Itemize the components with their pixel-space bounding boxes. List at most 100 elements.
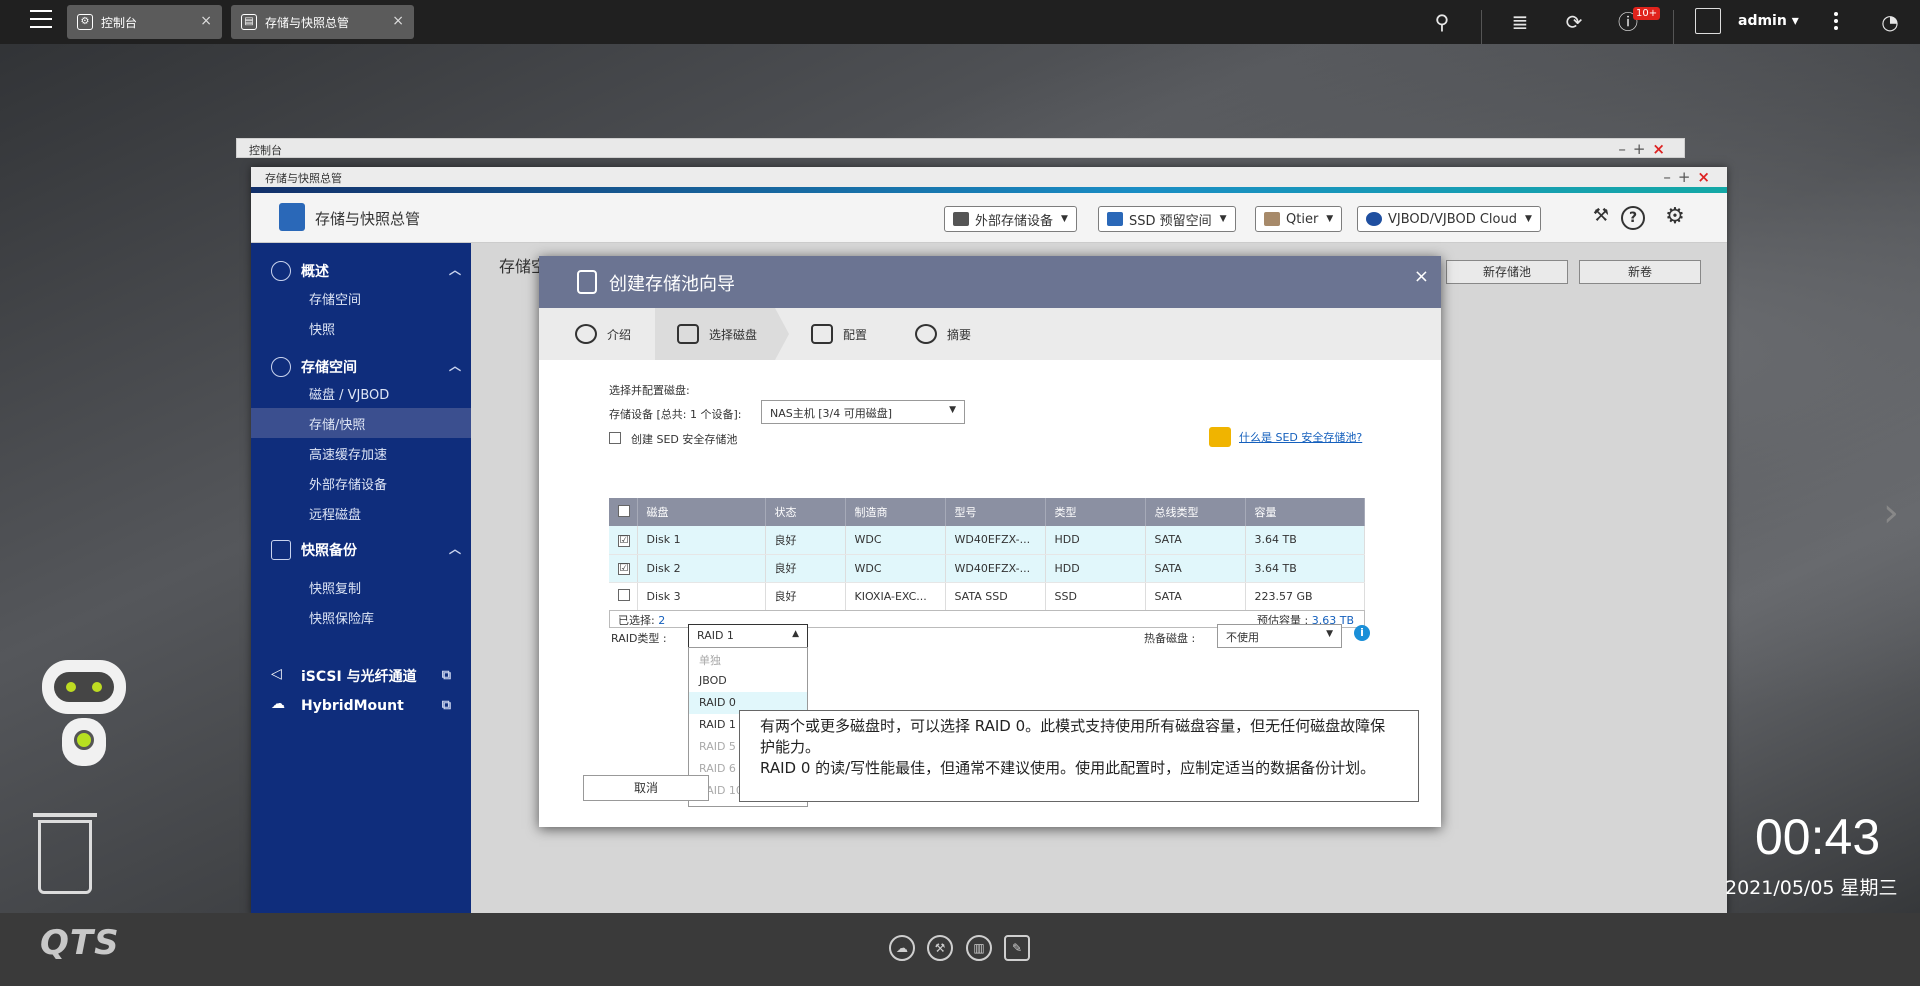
row-checkbox[interactable] <box>618 588 630 601</box>
sidebar-section-snapshot-backup[interactable]: 快照备份 ︿ <box>271 540 461 560</box>
feedback-icon[interactable]: ✎ <box>1004 935 1030 961</box>
sidebar-item-cache-acceleration[interactable]: 高速缓存加速 <box>251 438 471 468</box>
disk-icon <box>677 324 699 344</box>
tab-storage[interactable]: ▤ 存储与快照总管 × <box>231 5 414 39</box>
hot-spare-select[interactable]: 不使用 ▼ <box>1217 624 1342 648</box>
column-header[interactable]: 总线类型 <box>1145 498 1246 526</box>
sed-checkbox[interactable] <box>609 432 621 444</box>
book-icon[interactable]: ▥ <box>966 935 992 961</box>
sidebar-item-snapshot-vault[interactable]: 快照保险库 <box>251 602 471 632</box>
window-title: 控制台 <box>249 144 282 157</box>
sed-help-link[interactable]: 什么是 SED 安全存储池? <box>1239 429 1362 445</box>
external-storage-button[interactable]: 外部存储设备 ▼ <box>944 206 1077 232</box>
tab-label: 控制台 <box>101 15 138 30</box>
search-icon[interactable]: ⚲ <box>1430 10 1454 34</box>
window-controls[interactable]: –+× <box>1618 140 1672 158</box>
sidebar-link-iscsi[interactable]: ◁ iSCSI 与光纤通道 ⧉ <box>271 666 461 686</box>
help-icon[interactable]: ? <box>1621 206 1645 230</box>
chevron-up-icon[interactable]: ︿ <box>449 357 461 374</box>
sidebar-item-disks[interactable]: 磁盘 / VJBOD <box>251 378 471 408</box>
trash-icon[interactable] <box>33 813 97 894</box>
user-menu[interactable]: admin ▾ <box>1738 13 1799 29</box>
settings-gear-icon[interactable]: ⚙ <box>1663 206 1687 230</box>
new-volume-button[interactable]: 新卷 <box>1579 260 1701 284</box>
dashboard-icon[interactable]: ◔ <box>1878 10 1902 34</box>
diagnostics-icon[interactable]: ⚒ <box>1589 206 1613 230</box>
window-titlebar[interactable]: 存储与快照总管 –+× <box>251 167 1727 187</box>
vjbod-button[interactable]: VJBOD/VJBOD Cloud ▼ <box>1357 206 1541 232</box>
row-checkbox[interactable]: ☑ <box>618 534 630 547</box>
next-page-arrow-icon[interactable]: › <box>1883 490 1899 536</box>
button-label: 外部存储设备 <box>975 213 1054 229</box>
sidebar-item-external-storage[interactable]: 外部存储设备 <box>251 468 471 498</box>
external-link-icon: ⧉ <box>441 668 451 683</box>
chevron-up-icon[interactable]: ︿ <box>449 261 461 278</box>
sidebar-section-storage[interactable]: 存储空间 ︿ <box>271 357 461 377</box>
row-checkbox-cell[interactable] <box>609 582 638 611</box>
ssd-overprovision-button[interactable]: SSD 预留空间 ▼ <box>1098 206 1236 232</box>
select-all-checkbox[interactable] <box>618 504 630 517</box>
cloud-icon[interactable]: ☁ <box>889 935 915 961</box>
button-label: SSD 预留空间 <box>1129 213 1212 229</box>
qboost-robot-icon[interactable] <box>30 660 138 780</box>
main-menu-icon[interactable] <box>30 10 52 30</box>
close-icon[interactable]: × <box>200 13 212 29</box>
column-header[interactable]: 类型 <box>1045 498 1146 526</box>
step-summary: 摘要 <box>915 308 971 360</box>
raid-type-select[interactable]: RAID 1 ▲ <box>688 624 808 648</box>
user-name: admin <box>1738 13 1787 29</box>
sed-checkbox-label: 创建 SED 安全存储池 <box>631 433 738 446</box>
tasks-icon[interactable]: ≣ <box>1508 10 1532 34</box>
sidebar-item-snapshot-replica[interactable]: 快照复制 <box>251 572 471 602</box>
more-options-icon[interactable] <box>1834 12 1842 33</box>
sidebar-link-hybridmount[interactable]: ☁ HybridMount ⧉ <box>271 696 461 716</box>
tab-console[interactable]: ⚙ 控制台 × <box>67 5 222 39</box>
row-checkbox-cell[interactable]: ☑ <box>609 526 638 555</box>
column-header[interactable]: 制造商 <box>845 498 946 526</box>
caret-down-icon: ▼ <box>1524 214 1532 224</box>
sidebar-item-storage-snapshots[interactable]: 存储/快照 <box>251 408 471 438</box>
row-checkbox[interactable]: ☑ <box>618 563 630 575</box>
row-checkbox-cell[interactable]: ☑ <box>609 554 638 583</box>
column-header[interactable]: 型号 <box>945 498 1046 526</box>
step-select-disks: 选择磁盘 <box>655 308 775 360</box>
storage-icon: ▤ <box>241 14 257 30</box>
user-avatar-icon[interactable] <box>1695 8 1721 34</box>
raid-option-single: 单独 <box>699 654 721 667</box>
window-title: 存储与快照总管 <box>265 172 342 185</box>
section-label: 选择并配置磁盘: <box>609 384 690 397</box>
camera-icon <box>271 540 291 560</box>
table-row[interactable]: ☑ Disk 1 良好 WDC WD40EFZX-... HDD SATA 3.… <box>609 526 1365 555</box>
sidebar-item-storage-space[interactable]: 存储空间 <box>251 283 471 313</box>
sidebar-item-remote-disk[interactable]: 远程磁盘 <box>251 498 471 528</box>
tools-icon[interactable]: ⚒ <box>927 935 953 961</box>
new-storage-pool-button[interactable]: 新存储池 <box>1446 260 1568 284</box>
qtier-button[interactable]: Qtier ▼ <box>1255 206 1343 232</box>
table-row[interactable]: ☑ Disk 2 良好 WDC WD40EFZX-... HDD SATA 3.… <box>609 554 1365 583</box>
intro-icon <box>575 324 597 344</box>
capacity-cell: 223.57 GB <box>1245 582 1365 611</box>
model-cell: WD40EFZX-... <box>945 554 1046 583</box>
capacity-cell: 3.64 TB <box>1245 554 1365 583</box>
close-icon[interactable]: × <box>392 13 404 29</box>
chevron-up-icon[interactable]: ︿ <box>449 540 461 557</box>
column-header[interactable]: 容量 <box>1245 498 1365 526</box>
section-label: 快照备份 <box>301 543 357 559</box>
cancel-button[interactable]: 取消 <box>583 775 709 801</box>
sed-info-icon <box>1209 427 1231 447</box>
raid-type-label: RAID类型 : <box>611 632 667 645</box>
sync-icon[interactable]: ⟳ <box>1562 10 1586 34</box>
tooltip-paragraph: 有两个或更多磁盘时，可以选择 RAID 0。此模式支持使用所有磁盘容量，但无任何… <box>760 717 1386 756</box>
disk-table: 磁盘 状态 制造商 型号 类型 总线类型 容量 ☑ Disk 1 良好 WDC … <box>609 498 1365 611</box>
window-controls[interactable]: –+× <box>1663 168 1717 186</box>
sidebar-section-overview[interactable]: 概述 ︿ <box>271 261 461 281</box>
column-header[interactable]: 状态 <box>765 498 846 526</box>
table-row[interactable]: Disk 3 良好 KIOXIA-EXC... SATA SSD SSD SAT… <box>609 582 1365 611</box>
device-select[interactable]: NAS主机 [3/4 可用磁盘] ▼ <box>761 400 965 424</box>
info-icon[interactable]: i <box>1354 625 1370 641</box>
raid-option-jbod[interactable]: JBOD <box>689 670 807 692</box>
select-value: NAS主机 [3/4 可用磁盘] <box>770 407 893 420</box>
sidebar-item-snapshot[interactable]: 快照 <box>251 313 471 343</box>
column-header[interactable]: 磁盘 <box>637 498 766 526</box>
close-icon[interactable]: × <box>1414 266 1429 287</box>
